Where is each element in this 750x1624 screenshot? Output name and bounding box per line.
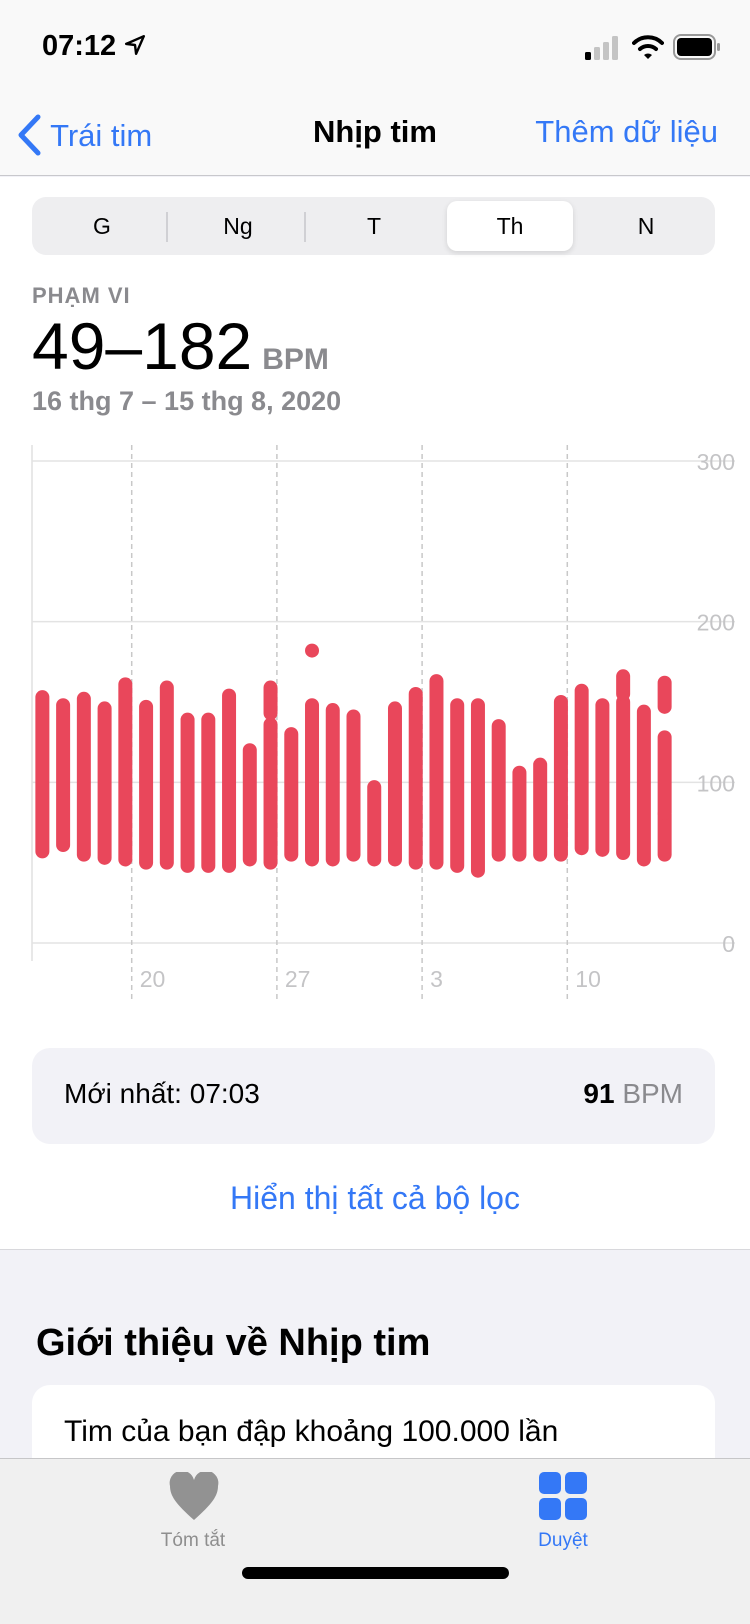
heart-rate-range-bar xyxy=(553,695,568,862)
heart-rate-range-bar xyxy=(180,712,195,873)
heart-rate-range-bar xyxy=(512,765,527,862)
location-arrow-icon xyxy=(125,34,146,56)
latest-unit: BPM xyxy=(622,1078,683,1109)
period-segmented-control: G Ng T Th N xyxy=(32,197,715,255)
x-tick-label: 10 xyxy=(575,966,601,992)
wifi-icon xyxy=(632,35,664,59)
y-tick-label: 200 xyxy=(697,610,735,636)
heart-rate-range-bar xyxy=(97,701,112,865)
heart-rate-range-bar xyxy=(305,698,320,867)
range-value: 49–182 BPM xyxy=(32,308,329,384)
latest-bpm: 91 xyxy=(583,1078,615,1109)
heart-rate-range-bar xyxy=(263,717,278,870)
heart-rate-range-bar xyxy=(574,683,589,856)
heart-rate-range-bar xyxy=(491,719,506,862)
back-label: Trái tim xyxy=(50,118,153,153)
tab-browse-label: Duyệt xyxy=(538,1530,588,1551)
heart-rate-range-bar xyxy=(284,727,299,862)
y-tick-label: 0 xyxy=(722,931,735,957)
heart-rate-range-bar xyxy=(35,690,50,859)
about-title: Giới thiệu về Nhịp tim xyxy=(36,1322,431,1364)
heart-rate-range-bar xyxy=(201,712,216,873)
heart-rate-range-bar xyxy=(76,691,91,862)
heart-rate-range-bar xyxy=(325,703,340,867)
grid-icon xyxy=(539,1472,587,1520)
segment-week[interactable]: Ng xyxy=(175,201,301,251)
home-indicator xyxy=(242,1567,509,1579)
status-time: 07:12 xyxy=(42,30,146,63)
range-label: PHẠM VI xyxy=(32,283,131,308)
segment-divider xyxy=(166,212,168,242)
heart-rate-range-bar xyxy=(429,674,444,870)
heart-rate-range-bar xyxy=(636,704,651,867)
x-tick-label: 3 xyxy=(430,966,443,992)
heart-rate-range-bar xyxy=(657,675,672,714)
heart-rate-range-bar xyxy=(139,699,154,870)
range-number: 49–182 xyxy=(32,309,253,383)
y-tick-label: 100 xyxy=(697,770,735,796)
heart-rate-range-bar xyxy=(263,680,278,721)
heart-rate-range-bar xyxy=(616,669,631,701)
heart-rate-range-bar xyxy=(657,730,672,820)
heart-rate-range-bar xyxy=(242,743,257,867)
y-tick-label: 300 xyxy=(697,449,735,475)
heart-rate-range-bar xyxy=(305,643,320,658)
heart-rate-range-bar xyxy=(533,757,548,862)
heart-rate-range-bar xyxy=(450,698,465,873)
heart-rate-range-bar xyxy=(408,686,423,870)
segment-year[interactable]: N xyxy=(583,201,709,251)
date-range: 16 thg 7 – 15 thg 8, 2020 xyxy=(32,386,342,416)
chevron-left-icon xyxy=(18,114,41,156)
heart-icon xyxy=(169,1472,219,1520)
x-tick-label: 27 xyxy=(285,966,311,992)
x-tick-label: 20 xyxy=(140,966,166,992)
tab-summary[interactable]: Tóm tắt xyxy=(118,1470,268,1570)
range-unit: BPM xyxy=(262,343,329,376)
back-button[interactable]: Trái tim xyxy=(16,114,152,156)
heart-rate-range-bar xyxy=(118,677,133,867)
heart-rate-range-bar xyxy=(367,780,382,867)
tab-browse[interactable]: Duyệt xyxy=(488,1470,638,1570)
heart-rate-range-bar xyxy=(595,698,610,857)
tab-summary-label: Tóm tắt xyxy=(160,1530,226,1551)
heart-rate-range-bar xyxy=(387,701,402,867)
show-all-filters-link[interactable]: Hiển thị tất cả bộ lọc xyxy=(0,1180,750,1217)
battery-icon xyxy=(673,34,720,60)
segment-month[interactable]: Th xyxy=(447,201,573,251)
segment-divider xyxy=(304,212,306,242)
segment-day[interactable]: G xyxy=(39,201,165,251)
heart-rate-range-bar xyxy=(470,698,485,878)
add-data-button[interactable]: Thêm dữ liệu xyxy=(535,114,718,150)
heart-rate-range-bar xyxy=(159,680,174,870)
heart-rate-range-bar xyxy=(346,709,361,862)
about-text: Tim của bạn đập khoảng 100.000 lần xyxy=(64,1415,559,1448)
signal-icon xyxy=(585,36,618,60)
latest-reading-card[interactable]: Mới nhất: 07:03 91 BPM xyxy=(32,1048,715,1144)
latest-label: Mới nhất: 07:03 xyxy=(64,1078,260,1109)
heart-rate-range-bar xyxy=(56,698,71,852)
heart-rate-range-bar xyxy=(616,695,631,861)
segment-month-short[interactable]: T xyxy=(311,201,437,251)
heart-rate-chart[interactable]: 300 200 100 0 20 27 3 10 xyxy=(0,440,750,1000)
heart-rate-range-bar xyxy=(222,688,237,873)
latest-value: 91 BPM xyxy=(583,1078,683,1110)
